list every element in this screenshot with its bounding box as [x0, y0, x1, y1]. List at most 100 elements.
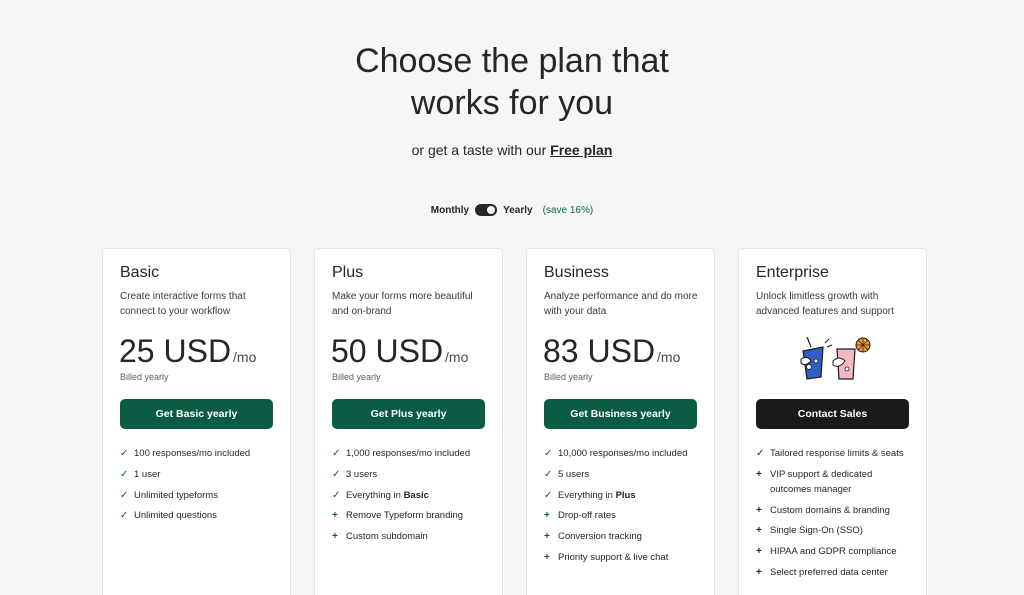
- save-badge: (save 16%): [542, 204, 594, 216]
- billing-note: Billed yearly: [332, 372, 381, 382]
- plan-card-business: Business Analyze performance and do more…: [526, 248, 715, 595]
- plus-icon: +: [544, 551, 550, 563]
- feature-text: Remove Typeform branding: [346, 510, 464, 522]
- feature-text: Everything in Plus: [558, 488, 636, 503]
- plan-card-enterprise: Enterprise Unlock limitless growth with …: [738, 248, 927, 595]
- plus-icon: +: [756, 566, 762, 578]
- price-amount: 83 USD: [543, 333, 656, 369]
- feature-text: Priority support & live chat: [558, 551, 669, 563]
- plan-name: Plus: [332, 264, 364, 281]
- feature-item: ✓ 1,000 responses/mo included: [332, 446, 492, 461]
- plus-icon: +: [544, 510, 550, 522]
- plan-description: Analyze performance and do more with you…: [544, 291, 698, 317]
- plan-price: 25 USD/mo: [119, 333, 256, 370]
- feature-item: ✓ Unlimited questions: [120, 508, 280, 523]
- feature-item: + Single Sign-On (SSO): [756, 523, 916, 538]
- check-icon: ✓: [544, 489, 553, 501]
- feature-item: + Drop-off rates: [544, 508, 704, 523]
- feature-item: + Conversion tracking: [544, 529, 704, 544]
- feature-item: ✓ Everything in Basic: [332, 488, 492, 503]
- plan-description: Make your forms more beautiful and on-br…: [332, 291, 473, 317]
- billing-period-switch[interactable]: [475, 204, 498, 216]
- feature-item: ✓ 3 users: [332, 467, 492, 482]
- plan-name: Basic: [120, 264, 160, 281]
- plus-icon: +: [756, 525, 762, 537]
- feature-item: + VIP support & dedicated outcomes manage…: [756, 467, 916, 497]
- plan-price: 83 USD/mo: [543, 333, 680, 370]
- toast-illustration-icon: [800, 337, 871, 380]
- feature-text: Unlimited typeforms: [134, 489, 218, 501]
- price-period: /mo: [657, 349, 681, 365]
- check-icon: ✓: [120, 489, 129, 501]
- feature-text: Unlimited questions: [134, 510, 217, 522]
- monthly-label[interactable]: Monthly: [431, 205, 469, 216]
- feature-text: Drop-off rates: [558, 510, 616, 522]
- page-title: Choose the plan that works for you: [0, 40, 1024, 124]
- feature-text: Single Sign-On (SSO): [770, 525, 863, 537]
- plus-icon: +: [756, 546, 762, 558]
- feature-text: 10,000 responses/mo included: [558, 448, 688, 459]
- check-icon: ✓: [120, 468, 129, 480]
- feature-list: ✓ 1,000 responses/mo included ✓ 3 users ✓ E…: [332, 446, 492, 550]
- check-icon: ✓: [756, 448, 765, 459]
- feature-item: ✓ Tailored response limits & seats: [756, 446, 916, 461]
- free-plan-link[interactable]: Free plan: [550, 142, 612, 158]
- feature-text: 100 responses/mo included: [134, 448, 251, 459]
- feature-item: + Select preferred data center: [756, 565, 916, 580]
- feature-item: ✓ Unlimited typeforms: [120, 488, 280, 503]
- plan-name: Enterprise: [756, 264, 829, 281]
- feature-text-bold: Basic: [403, 489, 429, 501]
- feature-item: + Priority support & live chat: [544, 550, 704, 565]
- plan-name: Business: [544, 264, 609, 281]
- feature-item: ✓ 10,000 responses/mo included: [544, 446, 704, 461]
- feature-text: Tailored response limits & seats: [770, 448, 904, 459]
- plus-icon: +: [332, 510, 338, 522]
- check-icon: ✓: [120, 448, 129, 459]
- feature-text-prefix: Everything in: [346, 489, 401, 501]
- feature-item: + Remove Typeform branding: [332, 508, 492, 523]
- feature-text-prefix: Everything in: [558, 489, 613, 501]
- page-title-line-1: Choose the plan that: [355, 42, 669, 80]
- feature-list: ✓ 100 responses/mo included ✓ 1 user ✓ Unli…: [120, 446, 280, 529]
- plan-description: Create interactive forms that connect to…: [120, 291, 246, 317]
- page-title-line-2: works for you: [410, 84, 614, 122]
- feature-item: ✓ 5 users: [544, 467, 704, 482]
- plan-price: 50 USD/mo: [331, 333, 468, 370]
- get-basic-yearly-button[interactable]: Get Basic yearly: [120, 399, 273, 429]
- feature-list: ✓ 10,000 responses/mo included ✓ 5 users ✓…: [544, 446, 704, 571]
- check-icon: ✓: [332, 448, 341, 459]
- price-period: /mo: [445, 349, 469, 365]
- plus-icon: +: [544, 531, 550, 543]
- feature-text: 5 users: [558, 468, 590, 480]
- get-plus-yearly-button[interactable]: Get Plus yearly: [332, 399, 485, 429]
- plus-icon: +: [332, 531, 338, 543]
- check-icon: ✓: [332, 468, 341, 480]
- feature-item: + HIPAA and GDPR compliance: [756, 544, 916, 559]
- check-icon: ✓: [332, 489, 341, 501]
- get-business-yearly-button[interactable]: Get Business yearly: [544, 399, 697, 429]
- feature-text: VIP support & dedicated outcomes manager: [770, 468, 873, 495]
- feature-text: HIPAA and GDPR compliance: [770, 546, 897, 558]
- feature-list: ✓ Tailored response limits & seats + VIP s…: [756, 446, 916, 586]
- check-icon: ✓: [544, 468, 553, 480]
- check-icon: ✓: [120, 510, 129, 522]
- page-subtitle: or get a taste with our Free plan: [0, 142, 1024, 158]
- feature-item: ✓ 1 user: [120, 467, 280, 482]
- yearly-label[interactable]: Yearly: [503, 205, 532, 216]
- feature-text-bold: Plus: [615, 489, 636, 501]
- feature-text: 1 user: [134, 468, 161, 480]
- subtitle-text: or get a taste with our: [411, 142, 547, 158]
- price-amount: 50 USD: [331, 333, 444, 369]
- feature-text: Custom domains & branding: [770, 504, 890, 516]
- plus-icon: +: [756, 468, 762, 480]
- feature-text: 3 users: [346, 468, 378, 480]
- contact-sales-button[interactable]: Contact Sales: [756, 399, 909, 429]
- check-icon: ✓: [544, 448, 553, 459]
- plan-card-basic: Basic Create interactive forms that conn…: [102, 248, 291, 595]
- billing-note: Billed yearly: [544, 372, 593, 382]
- price-period: /mo: [233, 349, 257, 365]
- feature-text: Custom subdomain: [346, 531, 428, 543]
- switch-knob: [487, 206, 496, 214]
- feature-item: + Custom domains & branding: [756, 503, 916, 518]
- feature-text: Everything in Basic: [346, 488, 429, 503]
